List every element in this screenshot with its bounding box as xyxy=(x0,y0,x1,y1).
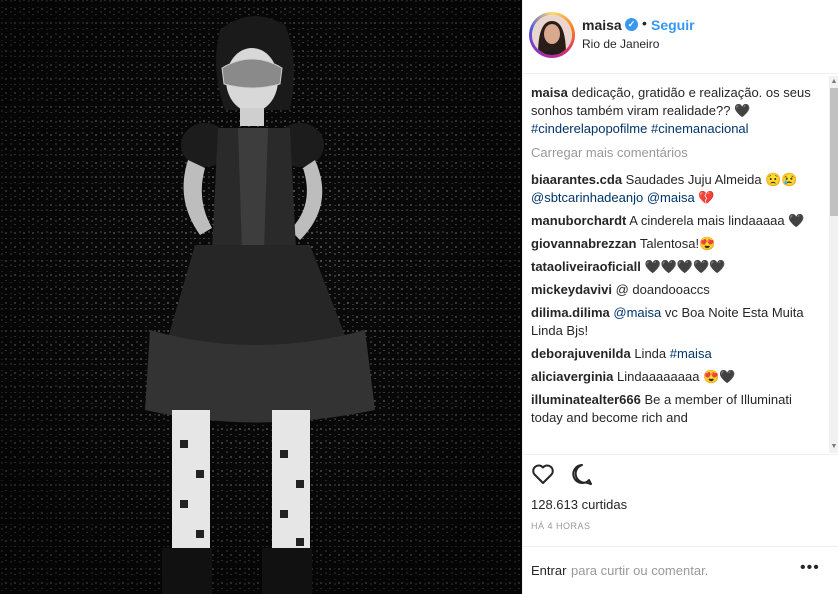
comment-text: A cinderela mais lindaaaaa 🖤 xyxy=(629,213,805,228)
likes-count[interactable]: 128.613 curtidas xyxy=(531,497,627,512)
caption-hashtag[interactable]: #cinemanacional xyxy=(651,121,749,136)
comment-mention[interactable]: @maisa xyxy=(613,305,661,320)
location-link[interactable]: Rio de Janeiro xyxy=(582,37,659,51)
scroll-down-icon[interactable]: ▼ xyxy=(830,443,838,451)
post-header: maisa ✓ • Seguir Rio de Janeiro xyxy=(523,0,838,74)
comments-scrollbar[interactable]: ▲ ▼ xyxy=(829,76,838,453)
comment-username[interactable]: mickeydavivi xyxy=(531,282,612,297)
separator-dot: • xyxy=(642,15,647,31)
comment-username[interactable]: biaarantes.cda xyxy=(531,172,622,187)
avatar[interactable] xyxy=(529,12,575,58)
comment-text: Linda xyxy=(634,346,667,361)
comment-item: dilima.dilima @maisa vc Boa Noite Esta M… xyxy=(531,304,827,340)
comment-mention[interactable]: @maisa xyxy=(647,190,695,205)
comment-item: mickeydavivi @ doandooaccs xyxy=(531,281,827,299)
comment-item: biaarantes.cda Saudades Juju Almeida 😟😢 … xyxy=(531,171,827,207)
post-timestamp: HÁ 4 HORAS xyxy=(531,521,591,531)
heart-icon[interactable] xyxy=(531,463,555,485)
caption-hashtag[interactable]: #cinderelapopofilme xyxy=(531,121,647,136)
comment-text: Talentosa!😍 xyxy=(639,236,716,251)
comment-username[interactable]: aliciaverginia xyxy=(531,369,613,384)
comment-text: Lindaaaaaaaa 😍🖤 xyxy=(617,369,736,384)
comment-username[interactable]: illuminatealter666 xyxy=(531,392,641,407)
comment-item: tataoliveiraoficiall 🖤🖤🖤🖤🖤 xyxy=(531,258,827,276)
comment-item: manuborchardt A cinderela mais lindaaaaa… xyxy=(531,212,827,230)
comment-emoji: 💔 xyxy=(698,190,715,205)
comment-username[interactable]: manuborchardt xyxy=(531,213,626,228)
more-options-icon[interactable]: ••• xyxy=(800,559,820,577)
comment-item: giovannabrezzan Talentosa!😍 xyxy=(531,235,827,253)
comment-hashtag[interactable]: #maisa xyxy=(670,346,712,361)
comment-item: illuminatealter666 Be a member of Illumi… xyxy=(531,391,827,427)
comment-username[interactable]: tataoliveiraoficiall xyxy=(531,259,641,274)
comments-list[interactable]: maisa dedicação, gratidão e realização. … xyxy=(531,84,827,454)
add-comment-bar: Entrar para curtir ou comentar. ••• xyxy=(523,546,838,594)
comment-username[interactable]: dilima.dilima xyxy=(531,305,610,320)
comment-item: aliciaverginia Lindaaaaaaaa 😍🖤 xyxy=(531,368,827,386)
comment-text: Saudades Juju Almeida 😟😢 xyxy=(625,172,798,187)
comment-text: @ doandooaccs xyxy=(615,282,710,297)
scroll-up-icon[interactable]: ▲ xyxy=(830,78,838,86)
comment-username[interactable]: deborajuvenilda xyxy=(531,346,631,361)
post-side-panel: maisa ✓ • Seguir Rio de Janeiro maisa de… xyxy=(522,0,838,594)
comment-icon[interactable] xyxy=(570,463,594,485)
caption-text: dedicação, gratidão e realização. os seu… xyxy=(531,85,811,118)
comment-mention[interactable]: @sbtcarinhadeanjo xyxy=(531,190,643,205)
comment-username[interactable]: giovannabrezzan xyxy=(531,236,636,251)
caption-username[interactable]: maisa xyxy=(531,85,568,100)
add-comment-hint: para curtir ou comentar. xyxy=(571,563,709,578)
login-link[interactable]: Entrar xyxy=(531,563,566,578)
caption: maisa dedicação, gratidão e realização. … xyxy=(531,84,827,138)
verified-icon: ✓ xyxy=(625,18,638,31)
load-more-comments-button[interactable]: Carregar mais comentários xyxy=(531,144,827,162)
follow-button[interactable]: Seguir xyxy=(651,17,695,33)
comment-text: 🖤🖤🖤🖤🖤 xyxy=(644,259,726,274)
post-actions xyxy=(523,454,838,485)
comment-item: deborajuvenilda Linda #maisa xyxy=(531,345,827,363)
post-photo[interactable] xyxy=(0,0,522,594)
scrollbar-thumb[interactable] xyxy=(830,88,838,216)
username[interactable]: maisa xyxy=(582,17,622,33)
